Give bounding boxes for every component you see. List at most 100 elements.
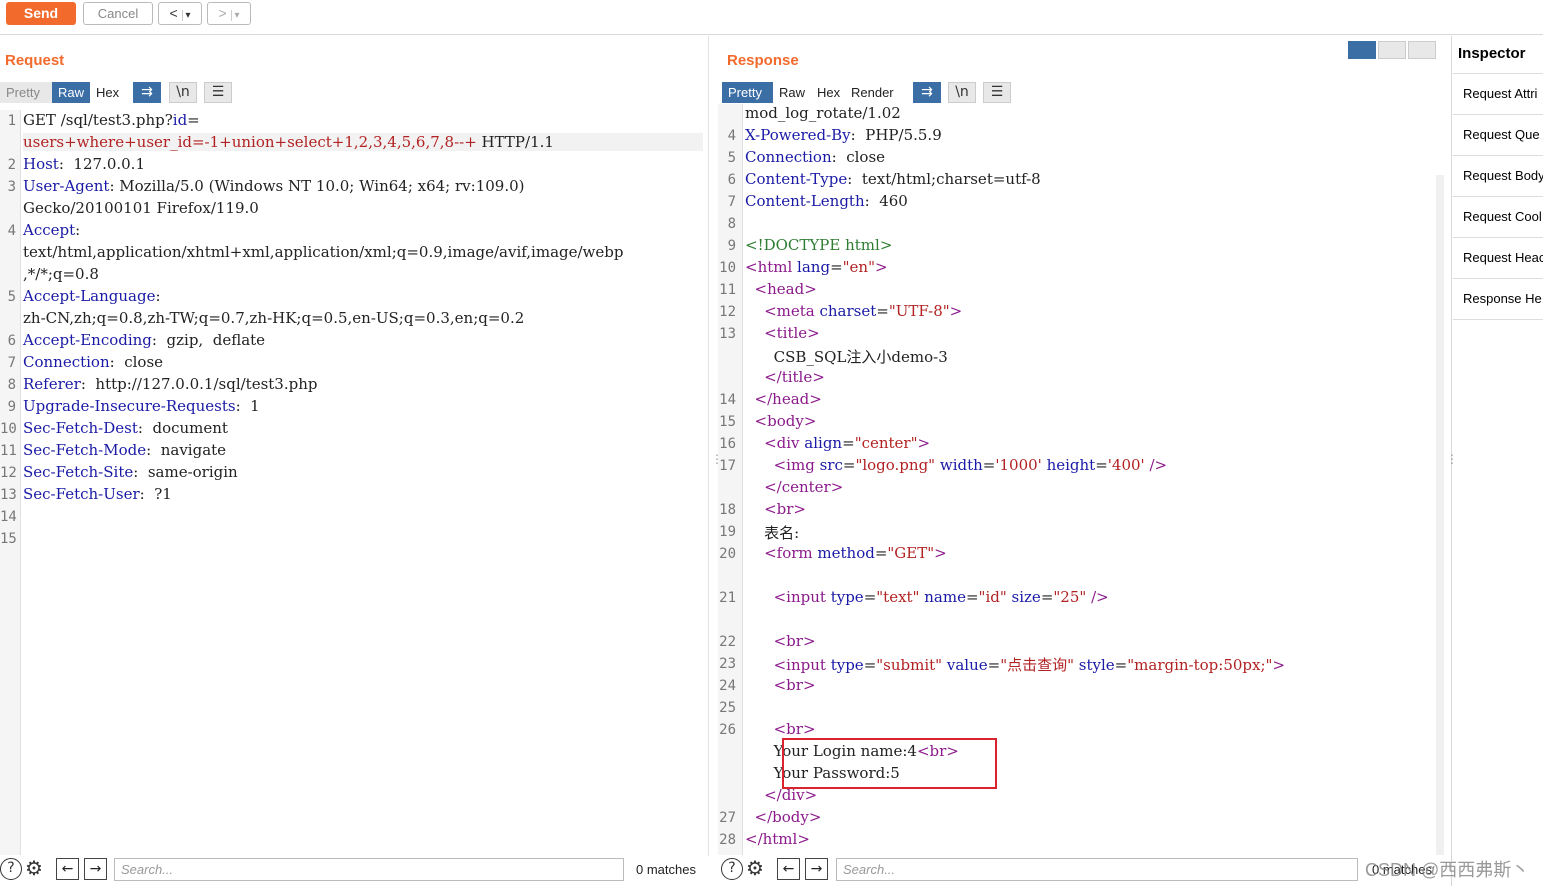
layout-split-icon[interactable] — [1348, 41, 1376, 59]
code-token: "en" — [842, 258, 875, 276]
inspector-item[interactable]: Response He — [1453, 279, 1543, 320]
code-token: : — [75, 221, 81, 239]
code-token: </head> — [754, 390, 822, 408]
line-number: 17 — [719, 458, 736, 474]
code-line: Referer: http://127.0.0.1/sql/test3.php — [23, 375, 317, 393]
code-token: Accept-Encoding — [23, 331, 152, 349]
code-token: = — [187, 111, 200, 129]
code-token: = — [1114, 656, 1128, 674]
tab-raw[interactable]: Raw — [52, 82, 90, 103]
search-next-icon[interactable]: → — [84, 858, 107, 880]
code-token: <br> — [773, 720, 816, 738]
search-prev-icon[interactable]: ← — [56, 858, 79, 880]
settings-gear-icon[interactable]: ⚙ — [746, 856, 764, 881]
menu-icon[interactable]: ☰ — [983, 82, 1011, 103]
tab-hex[interactable]: Hex — [90, 82, 127, 103]
response-scrollbar[interactable] — [1436, 175, 1444, 855]
line-number: 13 — [0, 487, 17, 503]
help-icon[interactable]: ? — [721, 858, 743, 880]
code-token: ,*/*;q=0.8 — [23, 265, 99, 283]
tab-raw[interactable]: Raw — [773, 82, 811, 103]
layout-horizontal-icon[interactable] — [1378, 41, 1406, 59]
watermark: CSDN @西西弗斯丶 — [1365, 860, 1530, 880]
inspector-splitter-icon[interactable]: ⋮ — [1446, 452, 1458, 466]
menu-icon[interactable]: ☰ — [204, 82, 232, 103]
inspector-item[interactable]: Request Cool — [1453, 197, 1543, 238]
search-prev-icon[interactable]: ← — [777, 858, 800, 880]
inspector-item[interactable]: Request Heac — [1453, 238, 1543, 279]
code-token: <br> — [773, 632, 816, 650]
wrap-icon[interactable]: ⇉ — [913, 82, 941, 103]
back-dropdown-icon[interactable]: ▾ — [181, 10, 191, 21]
line-number: 26 — [719, 722, 736, 738]
inspector-item[interactable]: Request Attri — [1453, 74, 1543, 115]
line-number: 27 — [719, 810, 736, 826]
response-search-input[interactable]: Search... — [836, 858, 1358, 881]
code-line: <meta charset="UTF-8"> — [745, 302, 962, 320]
send-button[interactable]: Send — [6, 2, 76, 25]
line-number: 8 — [7, 377, 16, 393]
code-token: mod_log_rotate/1.02 — [745, 104, 901, 122]
code-token: <!DOCTYPE html> — [745, 236, 893, 254]
layout-single-icon[interactable] — [1408, 41, 1436, 59]
request-editor[interactable]: 1 GET /sql/test3.php?id= users+where+user_… — [0, 110, 703, 855]
code-token: value — [946, 656, 988, 674]
code-line: users+where+user_id=-1+union+select+1,2,… — [23, 133, 703, 151]
code-token: <html — [745, 258, 798, 276]
inspector-item[interactable]: Request Body — [1453, 156, 1543, 197]
line-number: 12 — [719, 304, 736, 320]
code-token: name — [924, 588, 966, 606]
code-token: : — [155, 287, 161, 305]
code-token: : Mozilla/5.0 (Windows NT 10.0; Win64; x… — [109, 177, 525, 195]
line-number: 6 — [7, 333, 16, 349]
code-token: X-Powered-By — [745, 126, 851, 144]
help-icon[interactable]: ? — [0, 858, 22, 880]
wrap-icon[interactable]: ⇉ — [133, 82, 161, 103]
code-line: <br> — [745, 676, 816, 694]
code-token: Upgrade-Insecure-Requests — [23, 397, 236, 415]
tab-pretty[interactable]: Pretty — [722, 82, 773, 103]
code-token: Host — [23, 155, 59, 173]
code-token: : same-origin — [133, 463, 238, 481]
line-number: 25 — [719, 700, 736, 716]
line-number: 7 — [7, 355, 16, 371]
panel-divider[interactable] — [708, 36, 709, 856]
newline-icon[interactable]: \n — [169, 82, 197, 103]
tab-hex[interactable]: Hex — [811, 82, 845, 103]
code-line: Sec-Fetch-Mode: navigate — [23, 441, 226, 459]
code-token: User-Agent — [23, 177, 110, 195]
settings-gear-icon[interactable]: ⚙ — [25, 856, 43, 881]
inspector-item[interactable]: Request Que — [1453, 115, 1543, 156]
line-number: 4 — [7, 223, 16, 239]
search-next-icon[interactable]: → — [805, 858, 828, 880]
tab-pretty[interactable]: Pretty — [0, 82, 52, 103]
cancel-button[interactable]: Cancel — [83, 2, 153, 25]
code-token: "GET" — [887, 544, 935, 562]
code-token: /> — [1149, 456, 1168, 474]
code-line: <form method="GET"> — [745, 544, 947, 562]
code-token: "submit" — [876, 656, 943, 674]
code-token: = — [876, 302, 889, 320]
back-button[interactable]: < ▾ — [158, 2, 202, 25]
newline-icon[interactable]: \n — [948, 82, 976, 103]
code-token: Content-Length — [745, 192, 865, 210]
forward-dropdown-icon[interactable]: ▾ — [230, 10, 240, 21]
code-token: HTTP/1.1 — [476, 133, 554, 151]
request-search-input[interactable]: Search... — [114, 858, 624, 881]
tab-render[interactable]: Render — [845, 82, 897, 103]
code-line: Sec-Fetch-Site: same-origin — [23, 463, 238, 481]
code-token: zh-CN,zh;q=0.8,zh-TW;q=0.7,zh-HK;q=0.5,e… — [23, 309, 525, 327]
line-number: 28 — [719, 832, 736, 848]
code-token: <input — [773, 656, 831, 674]
line-number: 7 — [727, 194, 736, 210]
forward-button[interactable]: > ▾ — [207, 2, 251, 25]
code-token: </body> — [754, 808, 822, 826]
code-token: Connection — [23, 353, 110, 371]
code-token: "25" — [1053, 588, 1087, 606]
